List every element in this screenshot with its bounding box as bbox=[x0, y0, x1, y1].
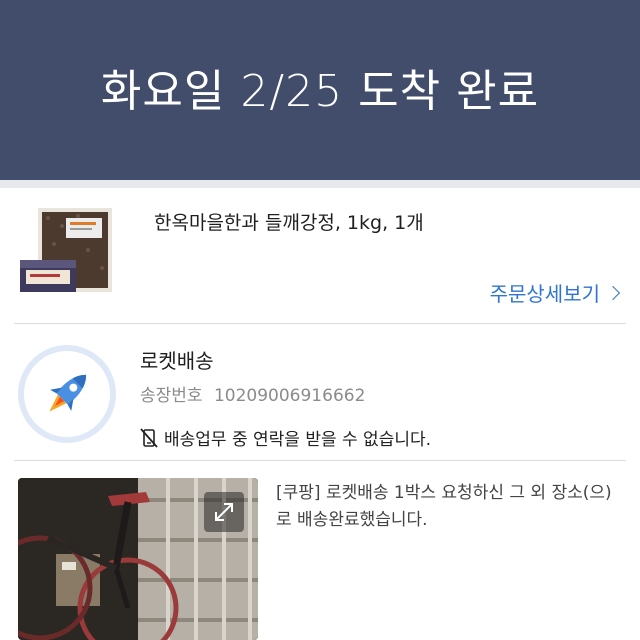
no-phone-icon bbox=[140, 427, 158, 448]
contact-notice-text: 배송업무 중 연락을 받을 수 없습니다. bbox=[164, 430, 432, 450]
expand-icon bbox=[215, 503, 233, 521]
delivery-completion-message: [쿠팡] 로켓배송 1박스 요청하신 그 외 장소(으)로 배송완료했습니다. bbox=[276, 483, 612, 530]
delivery-type-label: 로켓배송 bbox=[140, 349, 214, 373]
delivery-info-section: 로켓배송 송장번호 10209006916662 배송업무 중 연락을 받을 수… bbox=[0, 325, 640, 460]
contact-notice: 배송업무 중 연락을 받을 수 없습니다. bbox=[140, 425, 431, 450]
arrival-status-title: 화요일 2/25 도착 완료 bbox=[100, 66, 540, 117]
order-detail-link[interactable]: 주문상세보기 bbox=[489, 278, 621, 307]
rocket-badge bbox=[18, 345, 116, 443]
product-thumbnail[interactable] bbox=[18, 204, 116, 294]
expand-photo-button[interactable] bbox=[204, 492, 244, 532]
order-detail-label: 주문상세보기 bbox=[489, 282, 600, 306]
tracking-number: 10209006916662 bbox=[213, 386, 366, 406]
product-name[interactable]: 한옥마을한과 들깨강정, 1kg, 1개 bbox=[154, 208, 424, 235]
tracking-label: 송장번호 bbox=[140, 386, 203, 406]
tracking-number-row[interactable]: 송장번호 10209006916662 bbox=[140, 381, 365, 406]
product-section: 한옥마을한과 들깨강정, 1kg, 1개 주문상세보기 bbox=[0, 188, 640, 324]
delivery-photo[interactable] bbox=[18, 478, 258, 640]
delivery-status-header: 화요일 2/25 도착 완료 bbox=[0, 0, 640, 180]
section-divider bbox=[14, 323, 626, 324]
header-separator bbox=[0, 180, 640, 188]
section-divider bbox=[14, 460, 626, 461]
chevron-right-icon bbox=[605, 285, 621, 301]
rocket-icon bbox=[49, 374, 87, 412]
